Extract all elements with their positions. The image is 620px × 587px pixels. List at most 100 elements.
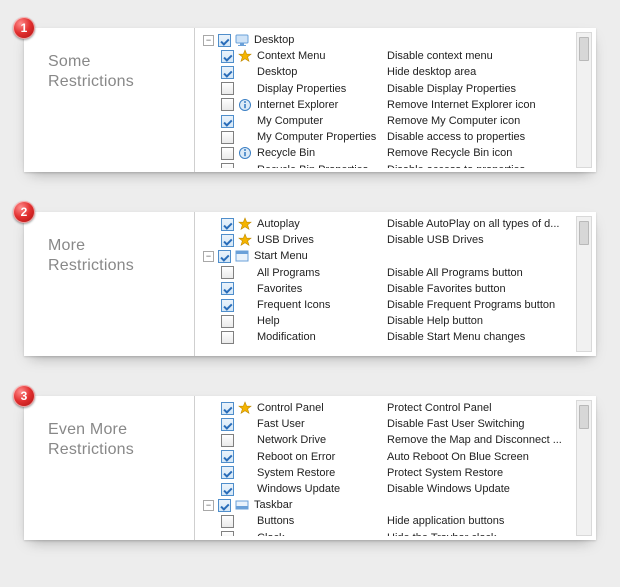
checkbox[interactable] <box>221 66 234 79</box>
checkbox[interactable] <box>221 450 234 463</box>
item-name: Windows Update <box>257 483 387 495</box>
group-label: Desktop <box>254 34 294 46</box>
item-desc: Disable access to properties <box>387 131 574 143</box>
checkbox[interactable] <box>221 418 234 431</box>
no-icon <box>238 82 252 96</box>
checkbox[interactable] <box>218 34 231 47</box>
star-icon <box>238 233 252 247</box>
tree-item[interactable]: Context MenuDisable context menu <box>201 48 574 64</box>
item-desc: Disable All Programs button <box>387 267 574 279</box>
checkbox[interactable] <box>218 499 231 512</box>
title-line: Restrictions <box>48 440 184 460</box>
checkbox[interactable] <box>221 234 234 247</box>
tree[interactable]: − Desktop Context MenuDisable context menu… <box>201 32 574 168</box>
checkbox[interactable] <box>221 315 234 328</box>
expander[interactable]: − <box>203 251 214 262</box>
scrollbar[interactable] <box>576 32 592 168</box>
expander[interactable]: − <box>203 500 214 511</box>
checkbox[interactable] <box>221 402 234 415</box>
tree-item[interactable]: Fast UserDisable Fast User Switching <box>201 416 574 432</box>
tree[interactable]: Control PanelProtect Control PanelFast U… <box>201 400 574 536</box>
item-desc: Disable Start Menu changes <box>387 331 574 343</box>
scrollbar-thumb[interactable] <box>579 405 589 429</box>
checkbox[interactable] <box>218 250 231 263</box>
checkbox[interactable] <box>221 50 234 63</box>
checkbox[interactable] <box>221 515 234 528</box>
tree-item[interactable]: DesktopHide desktop area <box>201 64 574 80</box>
tree[interactable]: AutoplayDisable AutoPlay on all types of… <box>201 216 574 352</box>
tree-item[interactable]: FavoritesDisable Favorites button <box>201 281 574 297</box>
tree-item[interactable]: ClockHide the Traybar clock <box>201 530 574 537</box>
checkbox[interactable] <box>221 282 234 295</box>
item-desc: Disable Help button <box>387 315 574 327</box>
checkbox[interactable] <box>221 131 234 144</box>
expander[interactable]: − <box>203 35 214 46</box>
checkbox[interactable] <box>221 218 234 231</box>
checkbox[interactable] <box>221 163 234 168</box>
tree-group[interactable]: − Start Menu <box>201 248 574 264</box>
panel-title: SomeRestrictions <box>24 28 194 172</box>
tree-item[interactable]: ButtonsHide application buttons <box>201 513 574 529</box>
no-icon <box>238 450 252 464</box>
item-name: Recycle Bin <box>257 147 387 159</box>
tree-item[interactable]: My ComputerRemove My Computer icon <box>201 113 574 129</box>
no-icon <box>238 482 252 496</box>
no-icon <box>238 531 252 536</box>
checkbox[interactable] <box>221 299 234 312</box>
item-desc: Protect Control Panel <box>387 402 574 414</box>
tree-item[interactable]: Recycle Bin PropertiesDisable access to … <box>201 162 574 169</box>
tree-item[interactable]: Network DriveRemove the Map and Disconne… <box>201 432 574 448</box>
checkbox[interactable] <box>221 98 234 111</box>
tree-item[interactable]: Control PanelProtect Control Panel <box>201 400 574 416</box>
scrollbar-thumb[interactable] <box>579 221 589 245</box>
no-icon <box>238 330 252 344</box>
no-icon <box>238 417 252 431</box>
checkbox[interactable] <box>221 434 234 447</box>
item-desc: Disable Display Properties <box>387 83 574 95</box>
item-desc: Disable Windows Update <box>387 483 574 495</box>
item-name: Network Drive <box>257 434 387 446</box>
star-icon <box>238 401 252 415</box>
checkbox[interactable] <box>221 331 234 344</box>
checkbox[interactable] <box>221 82 234 95</box>
item-name: Internet Explorer <box>257 99 387 111</box>
tree-item[interactable]: ModificationDisable Start Menu changes <box>201 329 574 345</box>
scrollbar[interactable] <box>576 216 592 352</box>
tree-item[interactable]: All ProgramsDisable All Programs button <box>201 265 574 281</box>
checkbox[interactable] <box>221 466 234 479</box>
desktop-icon <box>235 33 249 47</box>
startmenu-icon <box>235 249 249 263</box>
no-icon <box>238 298 252 312</box>
tree-item[interactable]: USB DrivesDisable USB Drives <box>201 232 574 248</box>
group-label: Start Menu <box>254 250 308 262</box>
checkbox[interactable] <box>221 531 234 536</box>
tree-item[interactable]: Display PropertiesDisable Display Proper… <box>201 81 574 97</box>
tree-item[interactable]: Recycle BinRemove Recycle Bin icon <box>201 145 574 161</box>
checkbox[interactable] <box>221 266 234 279</box>
step-badge: 2 <box>13 201 35 223</box>
panel: 1SomeRestrictions−DesktopContext MenuDis… <box>24 28 596 172</box>
checkbox[interactable] <box>221 115 234 128</box>
tree-item[interactable]: HelpDisable Help button <box>201 313 574 329</box>
tree-item[interactable]: Reboot on ErrorAuto Reboot On Blue Scree… <box>201 449 574 465</box>
item-desc: Disable Fast User Switching <box>387 418 574 430</box>
checkbox[interactable] <box>221 147 234 160</box>
item-name: My Computer <box>257 115 387 127</box>
item-desc: Remove Internet Explorer icon <box>387 99 574 111</box>
tree-item[interactable]: Windows UpdateDisable Windows Update <box>201 481 574 497</box>
title-line: Some <box>48 52 184 72</box>
checkbox[interactable] <box>221 483 234 496</box>
scrollbar-thumb[interactable] <box>579 37 589 61</box>
tree-item[interactable]: My Computer PropertiesDisable access to … <box>201 129 574 145</box>
tree-group[interactable]: − Desktop <box>201 32 574 48</box>
item-name: Favorites <box>257 283 387 295</box>
tree-item[interactable]: AutoplayDisable AutoPlay on all types of… <box>201 216 574 232</box>
tree-item[interactable]: Internet ExplorerRemove Internet Explore… <box>201 97 574 113</box>
star-icon <box>238 49 252 63</box>
step-badge: 3 <box>13 385 35 407</box>
item-name: All Programs <box>257 267 387 279</box>
tree-item[interactable]: System RestoreProtect System Restore <box>201 465 574 481</box>
tree-group[interactable]: −Taskbar <box>201 497 574 513</box>
tree-item[interactable]: Frequent IconsDisable Frequent Programs … <box>201 297 574 313</box>
scrollbar[interactable] <box>576 400 592 536</box>
